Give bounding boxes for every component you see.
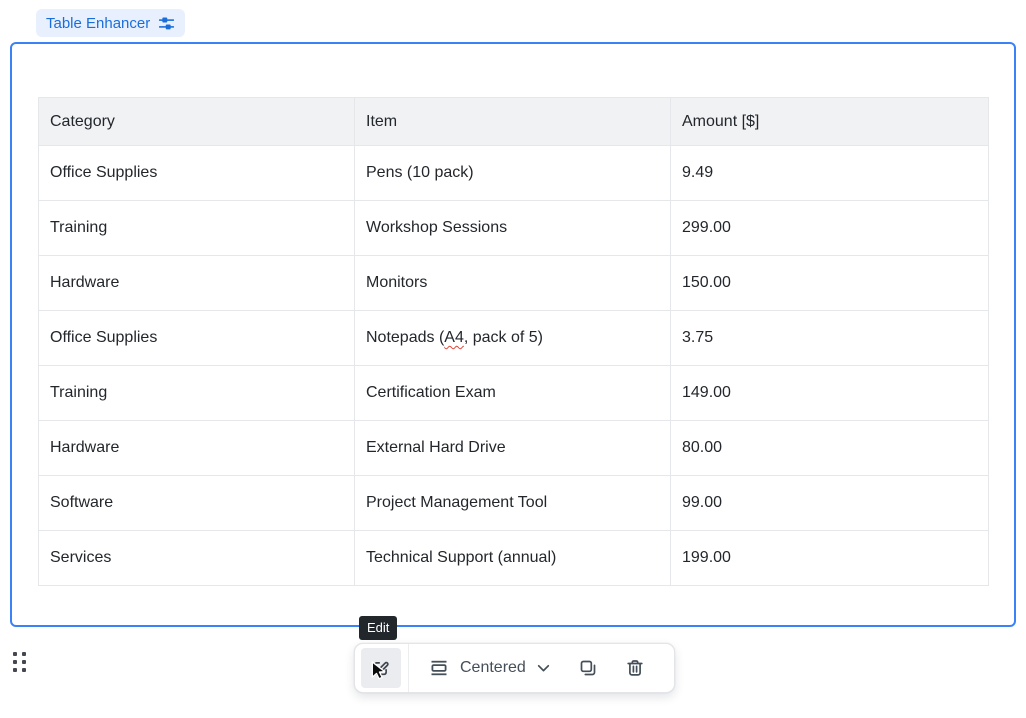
cell-category: Software bbox=[39, 476, 355, 531]
sliders-icon bbox=[158, 15, 175, 32]
cell-item: Project Management Tool bbox=[355, 476, 671, 531]
table-header: CategoryItemAmount [$] bbox=[39, 98, 989, 146]
column-header: Amount [$] bbox=[671, 98, 989, 146]
cell-amount: 80.00 bbox=[671, 421, 989, 476]
cell-amount: 9.49 bbox=[671, 146, 989, 201]
edit-tooltip: Edit bbox=[359, 616, 397, 640]
copy-button[interactable] bbox=[568, 648, 608, 688]
cell-amount: 199.00 bbox=[671, 531, 989, 586]
floating-toolbar: Centered bbox=[354, 643, 675, 693]
cell-item: Certification Exam bbox=[355, 366, 671, 421]
chevron-down-icon bbox=[537, 664, 550, 673]
cell-item: Notepads (A4, pack of 5) bbox=[355, 311, 671, 366]
edit-pencil-icon bbox=[371, 658, 391, 678]
cell-amount: 99.00 bbox=[671, 476, 989, 531]
table-row: TrainingCertification Exam149.00 bbox=[39, 366, 989, 421]
cell-category: Hardware bbox=[39, 421, 355, 476]
cell-item: External Hard Drive bbox=[355, 421, 671, 476]
table-row: ServicesTechnical Support (annual)199.00 bbox=[39, 531, 989, 586]
drag-handle-icon[interactable] bbox=[13, 652, 26, 672]
cell-item: Pens (10 pack) bbox=[355, 146, 671, 201]
toolbar-separator bbox=[408, 644, 409, 692]
misspelled-word: A4 bbox=[444, 329, 464, 346]
alignment-dropdown[interactable]: Centered bbox=[429, 658, 550, 678]
table-body: Office SuppliesPens (10 pack)9.49Trainin… bbox=[39, 146, 989, 586]
macro-chip-label: Table Enhancer bbox=[46, 15, 150, 32]
cell-category: Training bbox=[39, 366, 355, 421]
cell-category: Office Supplies bbox=[39, 311, 355, 366]
cell-item: Technical Support (annual) bbox=[355, 531, 671, 586]
cell-category: Office Supplies bbox=[39, 146, 355, 201]
column-header: Item bbox=[355, 98, 671, 146]
expenses-table: CategoryItemAmount [$] Office SuppliesPe… bbox=[38, 97, 989, 586]
table-row: TrainingWorkshop Sessions299.00 bbox=[39, 201, 989, 256]
table-row: Office SuppliesPens (10 pack)9.49 bbox=[39, 146, 989, 201]
alignment-label: Centered bbox=[460, 659, 526, 677]
table-row: SoftwareProject Management Tool99.00 bbox=[39, 476, 989, 531]
table-row: Office SuppliesNotepads (A4, pack of 5)3… bbox=[39, 311, 989, 366]
cell-item: Monitors bbox=[355, 256, 671, 311]
macro-container[interactable]: CategoryItemAmount [$] Office SuppliesPe… bbox=[10, 42, 1016, 627]
macro-chip[interactable]: Table Enhancer bbox=[36, 9, 185, 37]
copy-icon bbox=[578, 658, 598, 678]
cell-amount: 149.00 bbox=[671, 366, 989, 421]
cell-category: Services bbox=[39, 531, 355, 586]
edit-button[interactable] bbox=[361, 648, 401, 688]
cell-amount: 3.75 bbox=[671, 311, 989, 366]
cell-category: Training bbox=[39, 201, 355, 256]
column-header: Category bbox=[39, 98, 355, 146]
header-row: CategoryItemAmount [$] bbox=[39, 98, 989, 146]
cell-amount: 150.00 bbox=[671, 256, 989, 311]
cell-category: Hardware bbox=[39, 256, 355, 311]
edit-tooltip-label: Edit bbox=[367, 620, 389, 635]
trash-icon bbox=[625, 658, 645, 678]
table-row: HardwareExternal Hard Drive80.00 bbox=[39, 421, 989, 476]
delete-button[interactable] bbox=[615, 648, 655, 688]
cell-item: Workshop Sessions bbox=[355, 201, 671, 256]
align-center-icon bbox=[429, 658, 449, 678]
table-row: HardwareMonitors150.00 bbox=[39, 256, 989, 311]
cell-amount: 299.00 bbox=[671, 201, 989, 256]
